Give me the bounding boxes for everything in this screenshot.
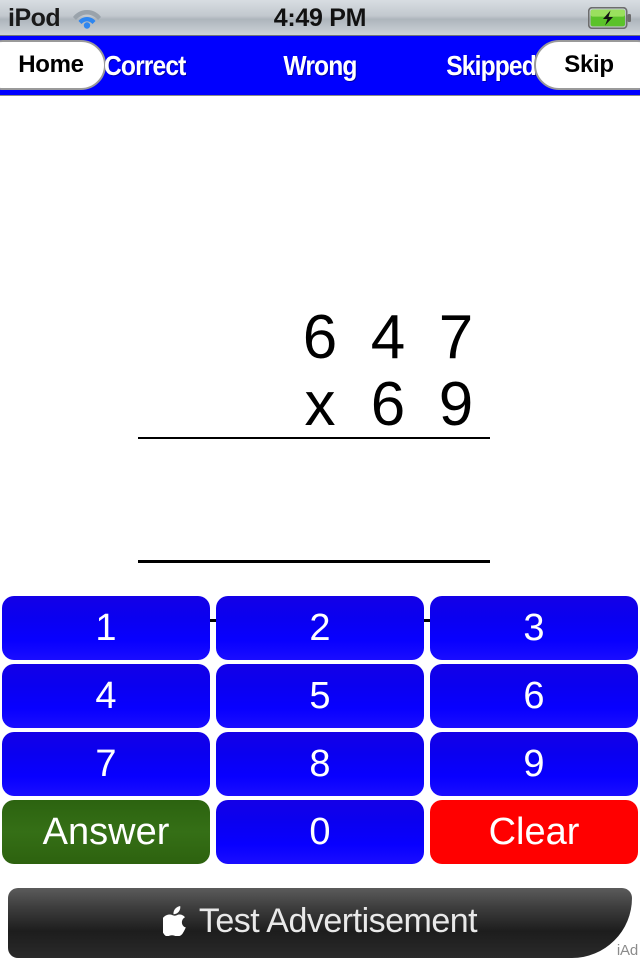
ad-content: Test Advertisement: [162, 901, 478, 941]
keypad-row: 1 2 3: [0, 596, 640, 660]
key-8[interactable]: 8: [216, 732, 424, 796]
keypad-row: Answer 0 Clear: [0, 800, 640, 864]
operand-bottom-digit: 6: [370, 370, 406, 439]
navigation-bar: Home Correct Wrong Skipped Skip: [0, 36, 640, 96]
ad-surface[interactable]: Test Advertisement: [8, 888, 632, 958]
key-6[interactable]: 6: [430, 664, 638, 728]
battery-charging-icon: [588, 7, 631, 29]
key-1[interactable]: 1: [2, 596, 210, 660]
operand-top-digit: 7: [438, 303, 474, 372]
key-3[interactable]: 3: [430, 596, 638, 660]
skipped-count-label: Skipped: [446, 50, 537, 81]
keypad: 1 2 3 4 5 6 7 8 9 Answer 0 Clear: [0, 596, 640, 868]
operand-top-row: 6 4 7: [138, 307, 490, 369]
ad-text: Test Advertisement: [198, 901, 478, 940]
iad-network-label: iAd: [616, 942, 638, 959]
key-9[interactable]: 9: [430, 732, 638, 796]
status-bar: iPod 4:49 PM: [0, 0, 640, 36]
operand-top-digit: 4: [370, 303, 406, 372]
work-divider-line: [138, 560, 490, 563]
app-screen: iPod 4:49 PM Home Correct Wrong Skipped …: [0, 0, 640, 960]
apple-logo-icon: [162, 906, 186, 936]
operand-top-digit: 6: [302, 303, 338, 372]
key-clear[interactable]: Clear: [430, 800, 638, 864]
key-7[interactable]: 7: [2, 732, 210, 796]
keypad-row: 4 5 6: [0, 664, 640, 728]
ad-banner[interactable]: Test Advertisement iAd: [0, 886, 640, 960]
status-time: 4:49 PM: [273, 4, 367, 32]
key-2[interactable]: 2: [216, 596, 424, 660]
key-5[interactable]: 5: [216, 664, 424, 728]
problem-area: 6 4 7 x 6 9: [0, 97, 640, 622]
operand-bottom-digit: 9: [438, 370, 474, 439]
operator-symbol: x: [304, 370, 336, 439]
skip-button[interactable]: Skip: [534, 40, 640, 90]
operand-bottom-row: x 6 9: [138, 374, 490, 436]
key-0[interactable]: 0: [216, 800, 424, 864]
keypad-row: 7 8 9: [0, 732, 640, 796]
key-4[interactable]: 4: [2, 664, 210, 728]
problem-divider-line: [138, 437, 490, 439]
key-answer[interactable]: Answer: [2, 800, 210, 864]
